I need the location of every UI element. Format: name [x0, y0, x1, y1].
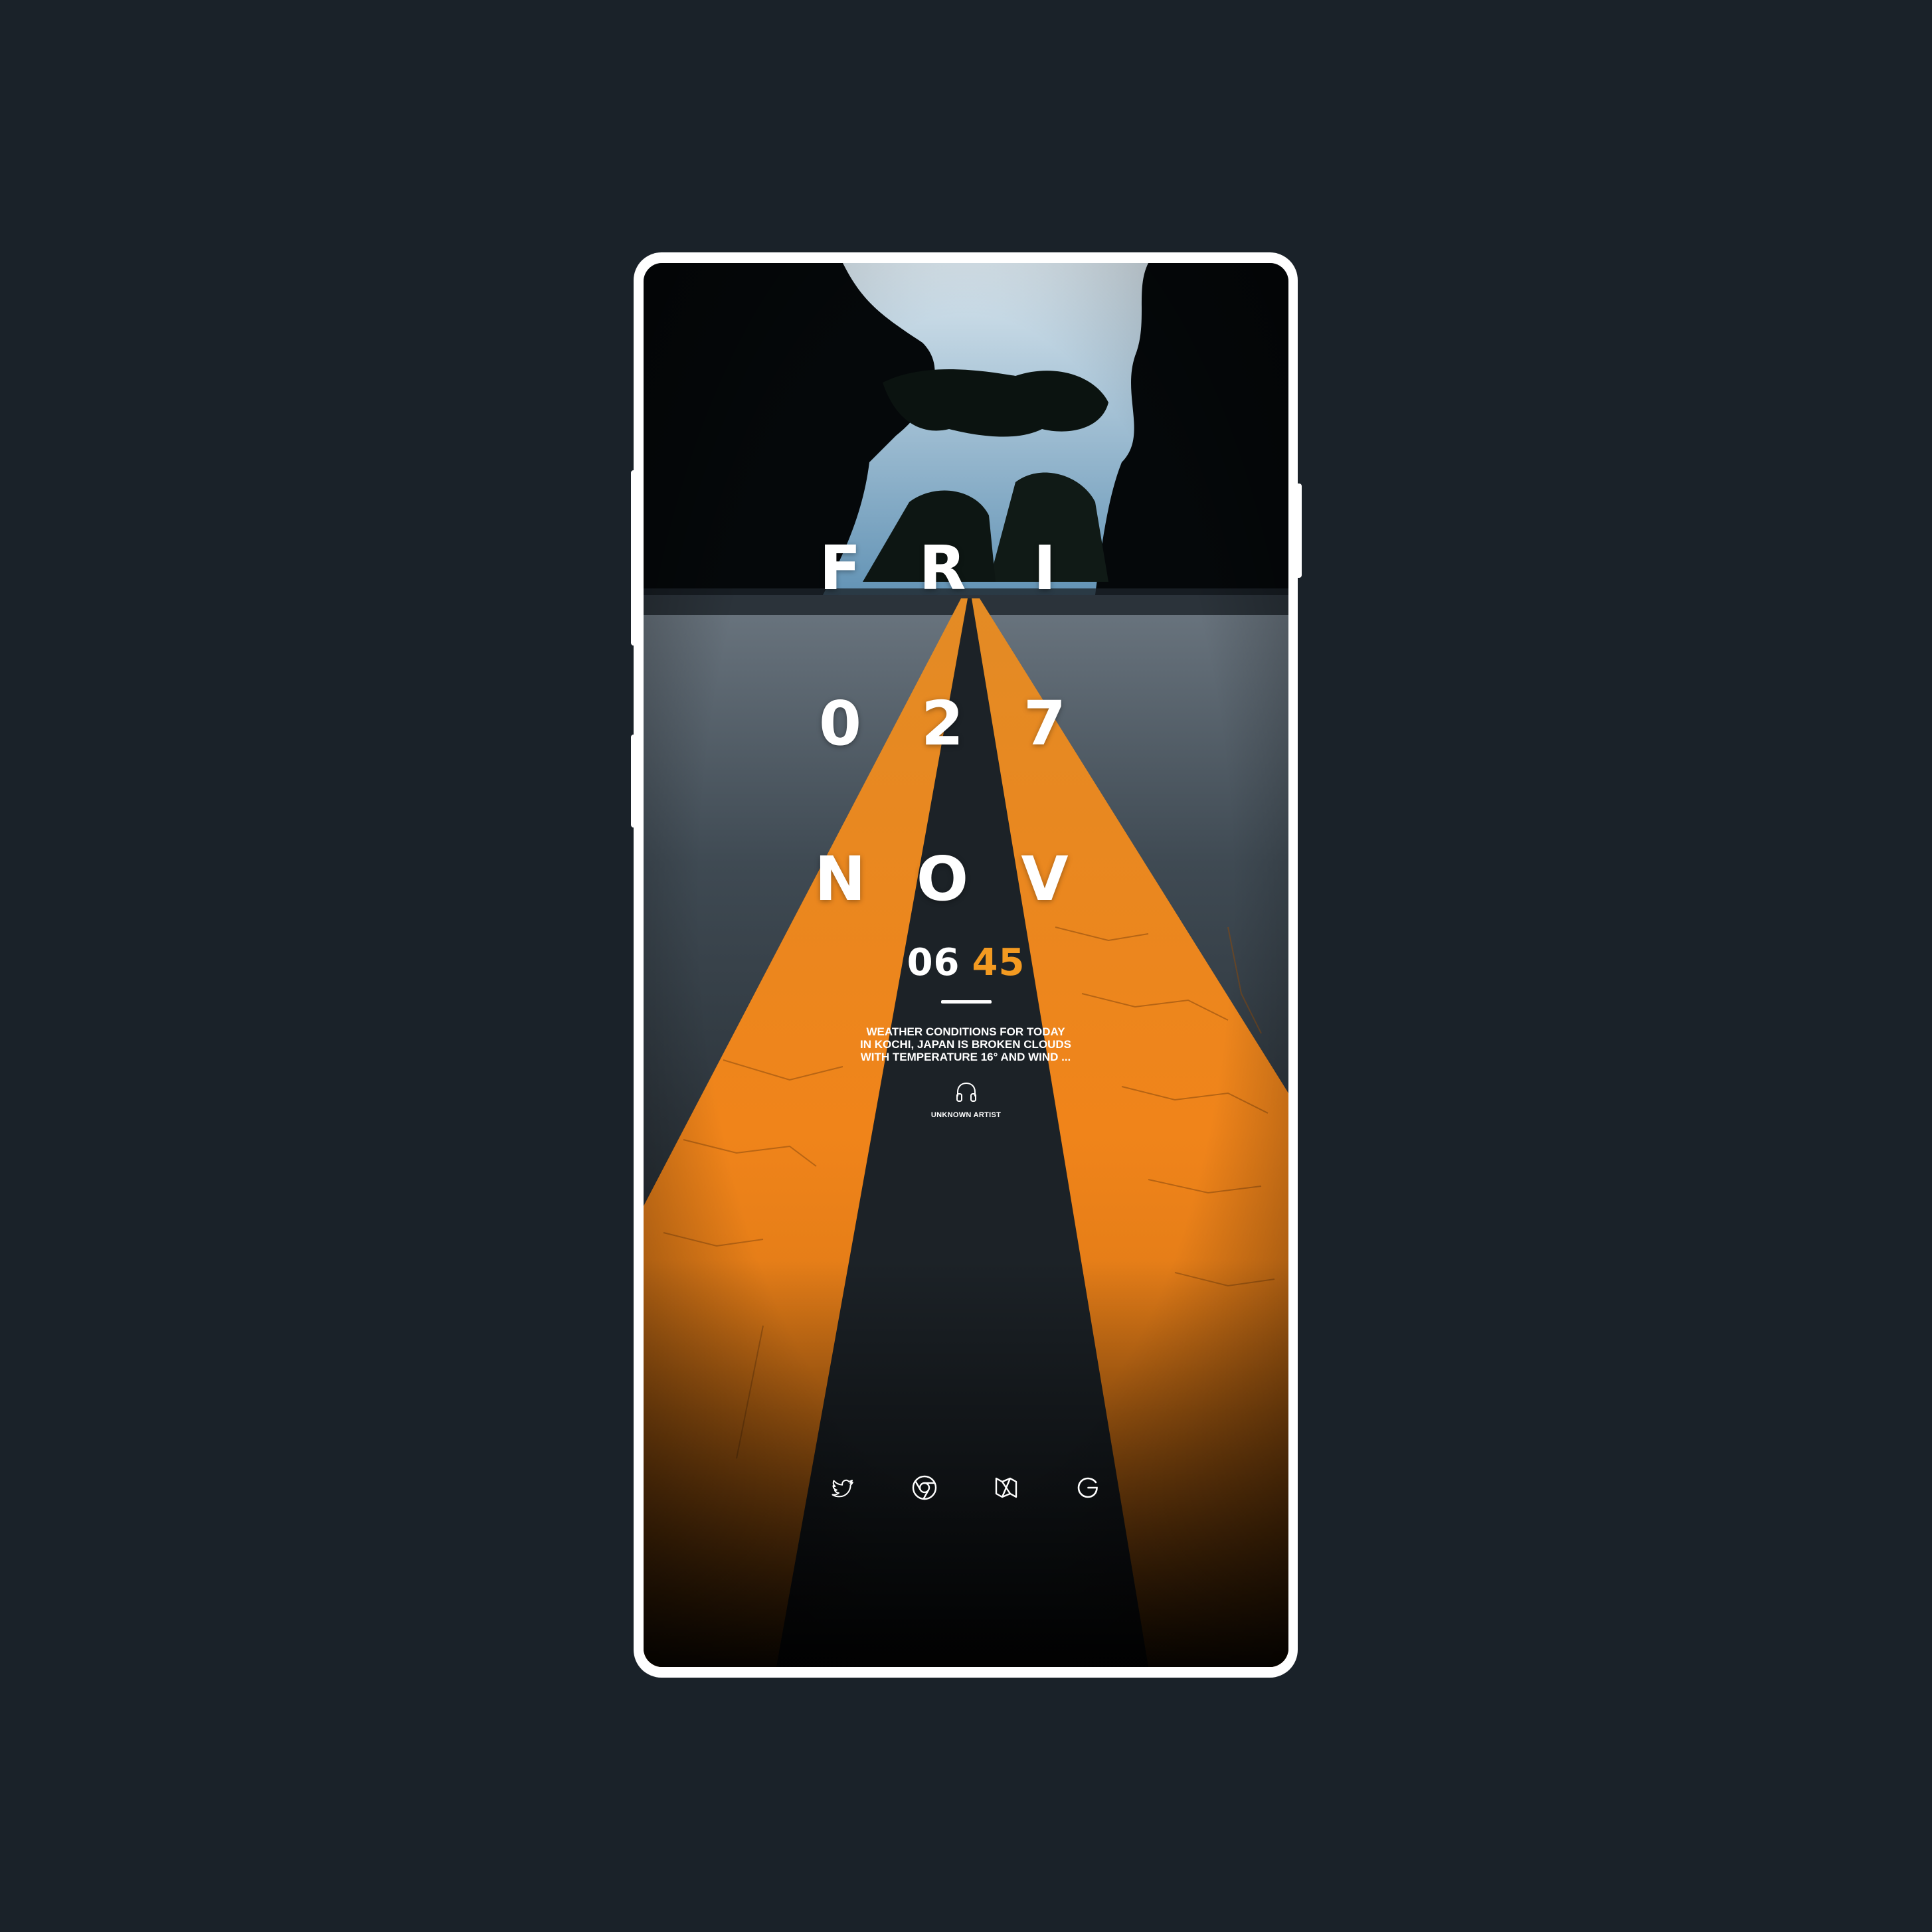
google-icon[interactable] — [1073, 1473, 1102, 1502]
month-letter: V — [1021, 843, 1069, 915]
month: N O V — [644, 839, 1288, 919]
clock: 06 45 — [644, 936, 1288, 990]
date-number: 0 2 7 — [644, 684, 1288, 764]
month-letter: N — [814, 843, 866, 915]
power-button — [1295, 483, 1302, 578]
twitter-icon[interactable] — [828, 1473, 857, 1502]
weather-line: IN KOCHI, JAPAN IS BROKEN CLOUDS — [860, 1038, 1071, 1051]
weather-line: WITH TEMPERATURE 16° AND WIND ... — [860, 1051, 1071, 1063]
day-letter: F — [819, 533, 861, 604]
date-digit: 0 — [818, 688, 861, 759]
day-of-week: F R I — [644, 529, 1288, 608]
day-letter: R — [919, 533, 966, 604]
clock-hour: 06 — [907, 941, 960, 984]
date-digit: 7 — [1023, 688, 1066, 759]
month-letter: O — [916, 843, 969, 915]
headphones-icon[interactable] — [954, 1080, 978, 1104]
chrome-icon[interactable] — [910, 1473, 939, 1502]
weather-summary: WEATHER CONDITIONS FOR TODAY IN KOCHI, J… — [846, 1025, 1085, 1063]
clock-minute: 45 — [972, 941, 1025, 984]
day-letter: I — [1033, 533, 1057, 604]
music-artist[interactable]: UNKNOWN ARTIST — [644, 1110, 1288, 1120]
date-digit: 2 — [921, 688, 964, 759]
lock-screen: F R I 0 2 7 N O V 06 45 WEATHER CONDITION… — [644, 263, 1288, 1667]
divider — [941, 1000, 992, 1004]
maps-icon[interactable] — [992, 1473, 1021, 1502]
volume-button — [631, 470, 638, 646]
weather-line: WEATHER CONDITIONS FOR TODAY — [866, 1025, 1065, 1038]
bixby-button — [631, 735, 638, 828]
